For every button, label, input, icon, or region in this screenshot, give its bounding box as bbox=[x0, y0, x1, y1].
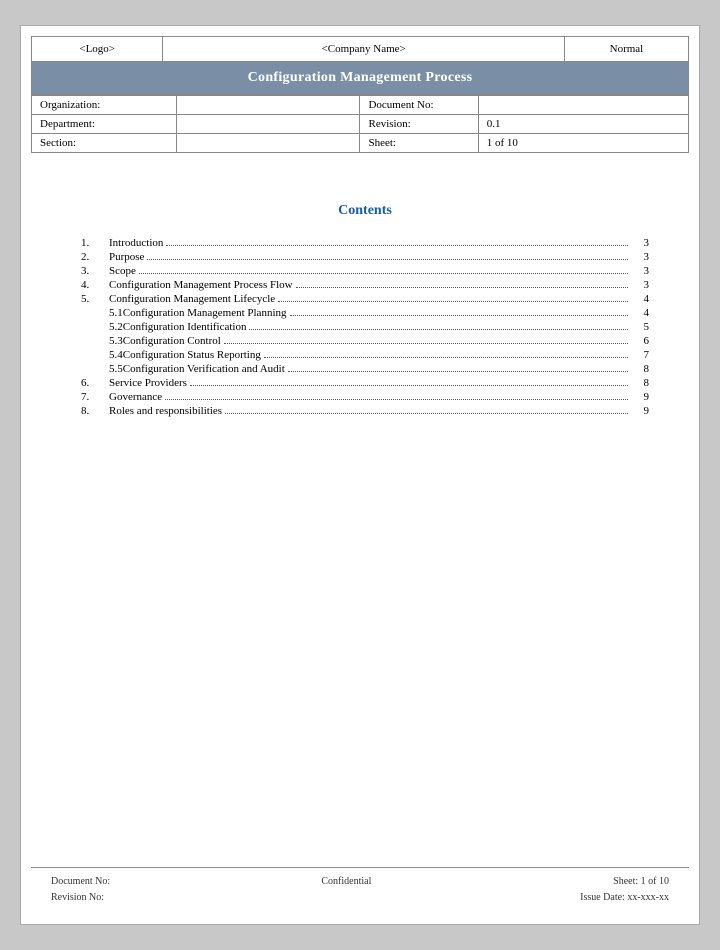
toc-item-page: 3 bbox=[631, 279, 649, 291]
toc-item-num: 5.3 bbox=[81, 335, 123, 347]
footer: Document No: Revision No: Confidential S… bbox=[31, 867, 689, 914]
organization-label: Organization: bbox=[32, 96, 177, 115]
department-label: Department: bbox=[32, 115, 177, 134]
toc-item: 3.Scope 3 bbox=[81, 265, 649, 277]
document-no-value bbox=[478, 96, 688, 115]
toc-item-label: Configuration Verification and Audit bbox=[123, 363, 285, 375]
toc-item-num: 5.4 bbox=[81, 349, 123, 361]
toc-item-page: 3 bbox=[631, 251, 649, 263]
toc-item-dots bbox=[264, 357, 628, 358]
footer-doc-no: Document No: bbox=[51, 874, 113, 890]
contents-title: Contents bbox=[81, 203, 649, 219]
toc-item: 7.Governance 9 bbox=[81, 391, 649, 403]
toc-item-label: Roles and responsibilities bbox=[109, 405, 222, 417]
toc-item: 5.Configuration Management Lifecycle 4 bbox=[81, 293, 649, 305]
toc-item-num: 5. bbox=[81, 293, 109, 305]
logo-cell: <Logo> bbox=[32, 37, 163, 62]
sheet-label: Sheet: bbox=[360, 134, 478, 153]
toc-item-label: Configuration Status Reporting bbox=[123, 349, 261, 361]
footer-issue-date: Issue Date: xx-xxx-xx bbox=[580, 890, 669, 906]
toc-item: 5.1Configuration Management Planning 4 bbox=[81, 307, 649, 319]
sheet-value: 1 of 10 bbox=[478, 134, 688, 153]
toc-item-label: Scope bbox=[109, 265, 136, 277]
footer-sheet: Sheet: 1 of 10 bbox=[580, 874, 669, 890]
toc-item-label: Configuration Management Lifecycle bbox=[109, 293, 275, 305]
toc-item-num: 2. bbox=[81, 251, 109, 263]
status-cell: Normal bbox=[564, 37, 688, 62]
toc-item-page: 3 bbox=[631, 265, 649, 277]
department-value bbox=[176, 115, 360, 134]
toc-item: 5.2Configuration Identification 5 bbox=[81, 321, 649, 333]
toc-item-num: 3. bbox=[81, 265, 109, 277]
toc-item-num: 5.2 bbox=[81, 321, 123, 333]
toc-item-page: 5 bbox=[631, 321, 649, 333]
toc-item-dots bbox=[165, 399, 628, 400]
toc-list: 1.Introduction32.Purpose33.Scope34.Confi… bbox=[81, 237, 649, 417]
footer-confidential: Confidential bbox=[321, 874, 371, 906]
toc-item-num: 1. bbox=[81, 237, 109, 249]
toc-item-label: Introduction bbox=[109, 237, 163, 249]
toc-item-dots bbox=[225, 413, 628, 414]
toc-item-page: 3 bbox=[631, 237, 649, 249]
toc-item: 5.4Configuration Status Reporting 7 bbox=[81, 349, 649, 361]
revision-value: 0.1 bbox=[478, 115, 688, 134]
toc-item-label: Configuration Control bbox=[123, 335, 221, 347]
revision-label: Revision: bbox=[360, 115, 478, 134]
toc-item-dots bbox=[249, 329, 628, 330]
toc-item-dots bbox=[139, 273, 628, 274]
toc-item-num: 8. bbox=[81, 405, 109, 417]
toc-item-label: Configuration Identification bbox=[123, 321, 247, 333]
organization-value bbox=[176, 96, 360, 115]
toc-item-page: 6 bbox=[631, 335, 649, 347]
toc-item-num: 5.1 bbox=[81, 307, 123, 319]
toc-item-label: Purpose bbox=[109, 251, 144, 263]
toc-item-label: Governance bbox=[109, 391, 162, 403]
toc-item-dots bbox=[278, 301, 628, 302]
toc-item: 1.Introduction 3 bbox=[81, 237, 649, 249]
toc-item-dots bbox=[288, 371, 628, 372]
toc-item-dots bbox=[147, 259, 628, 260]
main-content: Contents 1.Introduction32.Purpose33.Scop… bbox=[21, 153, 699, 653]
toc-item-num: 6. bbox=[81, 377, 109, 389]
toc-item-dots bbox=[166, 245, 628, 246]
footer-right: Sheet: 1 of 10 Issue Date: xx-xxx-xx bbox=[580, 874, 669, 906]
toc-item-dots bbox=[290, 315, 629, 316]
status-text: Normal bbox=[610, 43, 644, 55]
toc-item-page: 8 bbox=[631, 363, 649, 375]
toc-item-page: 7 bbox=[631, 349, 649, 361]
toc-item: 4.Configuration Management Process Flow 3 bbox=[81, 279, 649, 291]
toc-item-page: 9 bbox=[631, 391, 649, 403]
company-name-cell: <Company Name> bbox=[163, 37, 565, 62]
toc-item-label: Service Providers bbox=[109, 377, 187, 389]
toc-item-dots bbox=[190, 385, 628, 386]
toc-item: 6.Service Providers 8 bbox=[81, 377, 649, 389]
toc-item-page: 4 bbox=[631, 307, 649, 319]
toc-item-dots bbox=[224, 343, 628, 344]
toc-item-page: 8 bbox=[631, 377, 649, 389]
toc-item-dots bbox=[296, 287, 628, 288]
toc-item-label: Configuration Management Planning bbox=[123, 307, 287, 319]
toc-item-page: 9 bbox=[631, 405, 649, 417]
toc-item-label: Configuration Management Process Flow bbox=[109, 279, 293, 291]
section-value bbox=[176, 134, 360, 153]
logo-text: <Logo> bbox=[79, 43, 115, 55]
toc-item-num: 7. bbox=[81, 391, 109, 403]
toc-item-page: 4 bbox=[631, 293, 649, 305]
toc-item: 2.Purpose 3 bbox=[81, 251, 649, 263]
toc-item: 5.3Configuration Control 6 bbox=[81, 335, 649, 347]
toc-item: 5.5Configuration Verification and Audit 8 bbox=[81, 363, 649, 375]
footer-left: Document No: Revision No: bbox=[51, 874, 113, 906]
section-label: Section: bbox=[32, 134, 177, 153]
toc-item-num: 5.5 bbox=[81, 363, 123, 375]
company-name-text: <Company Name> bbox=[322, 43, 406, 55]
document-title: Configuration Management Process bbox=[32, 62, 689, 95]
footer-revision: Revision No: bbox=[51, 890, 113, 906]
toc-item-num: 4. bbox=[81, 279, 109, 291]
toc-item: 8.Roles and responsibilities 9 bbox=[81, 405, 649, 417]
document-no-label: Document No: bbox=[360, 96, 478, 115]
